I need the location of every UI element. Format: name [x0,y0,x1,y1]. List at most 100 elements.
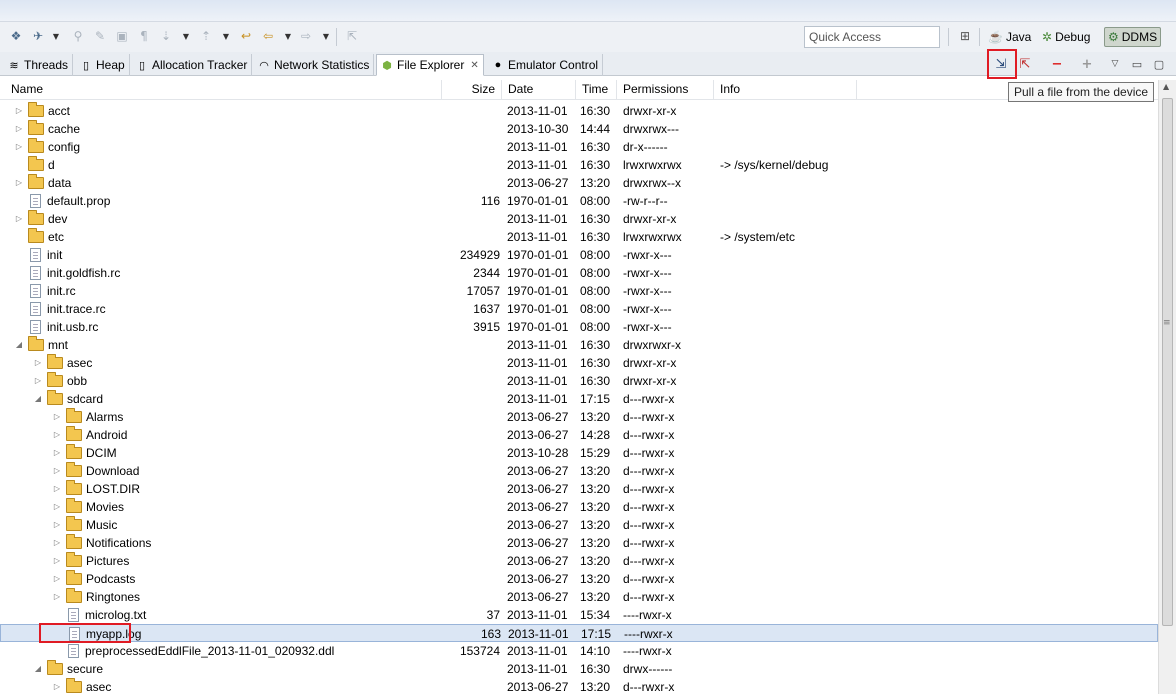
launch-icon[interactable]: ✈ [30,28,46,44]
expand-arrow-icon[interactable]: ▷ [52,552,62,570]
folder-row[interactable]: d 2013-11-01 16:30 lrwxrwxrwx -> /sys/kernel… [0,156,1158,174]
column-header-time[interactable]: Time [576,80,617,100]
chevron-down-icon[interactable]: ▼ [322,28,330,44]
file-row[interactable]: init.usb.rc 3915 1970-01-01 08:00 -rwxr-x--- [0,318,1158,336]
expand-arrow-icon[interactable]: ▷ [52,444,62,462]
vertical-scrollbar[interactable]: ▲ ≡ [1158,80,1176,694]
collapse-arrow-icon[interactable]: ◢ [33,390,43,408]
folder-row[interactable]: ▷ Music 2013-06-27 13:20 d---rwxr-x [0,516,1158,534]
close-icon[interactable]: ✕ [470,60,478,71]
expand-arrow-icon[interactable]: ▷ [33,372,43,390]
folder-row[interactable]: ▷ obb 2013-11-01 16:30 drwxr-xr-x [0,372,1158,390]
folder-row[interactable]: ▷ Android 2013-06-27 14:28 d---rwxr-x [0,426,1158,444]
expand-arrow-icon[interactable]: ▷ [52,570,62,588]
expand-arrow-icon[interactable]: ▷ [14,120,24,138]
chevron-down-icon[interactable]: ▼ [52,28,60,44]
folder-row[interactable]: ▷ LOST.DIR 2013-06-27 13:20 d---rwxr-x [0,480,1158,498]
folder-row[interactable]: ▷ acct 2013-11-01 16:30 drwxr-xr-x [0,102,1158,120]
expand-arrow-icon[interactable]: ▷ [52,408,62,426]
folder-row[interactable]: ◢ secure 2013-11-01 16:30 drwx------ [0,660,1158,678]
folder-row[interactable]: ▷ Ringtones 2013-06-27 13:20 d---rwxr-x [0,588,1158,606]
new-folder-button[interactable]: + [1078,55,1096,73]
column-header-permissions[interactable]: Permissions [617,80,714,100]
expand-arrow-icon[interactable]: ▷ [33,354,43,372]
file-time: 08:00 [580,194,611,208]
folder-row[interactable]: ▷ Podcasts 2013-06-27 13:20 d---rwxr-x [0,570,1158,588]
tab-threads[interactable]: ≋ Threads [4,54,74,76]
folder-row[interactable]: ▷ Movies 2013-06-27 13:20 d---rwxr-x [0,498,1158,516]
delete-file-button[interactable]: − [1048,55,1066,73]
column-header-info[interactable]: Info [714,80,857,100]
tab-heap[interactable]: ▯ Heap [76,54,130,76]
scroll-up-icon[interactable]: ▲ [1163,82,1169,91]
expand-arrow-icon[interactable]: ▷ [52,516,62,534]
quick-access-input[interactable]: Quick Access [804,26,940,48]
file-row[interactable]: init.trace.rc 1637 1970-01-01 08:00 -rwxr-x-… [0,300,1158,318]
open-task-icon[interactable]: ❖ [8,28,24,44]
perspective-ddms[interactable]: ⚙ DDMS [1104,27,1162,47]
expand-arrow-icon[interactable]: ▷ [52,462,62,480]
file-row[interactable]: myapp.log 163 2013-11-01 17:15 ----rwxr-x [0,623,1158,643]
scrollbar-thumb[interactable] [1162,98,1173,626]
toggle-icon[interactable]: ▣ [114,28,130,44]
chevron-down-icon[interactable]: ▼ [222,28,230,44]
expand-arrow-icon[interactable]: ▷ [52,426,62,444]
perspective-debug[interactable]: ✲ Debug [1042,27,1090,47]
maximize-icon[interactable]: ▢ [1150,55,1168,73]
folder-row[interactable]: ▷ Notifications 2013-06-27 13:20 d---rwxr-x [0,534,1158,552]
file-row[interactable]: init 234929 1970-01-01 08:00 -rwxr-x--- [0,246,1158,264]
perspective-java[interactable]: ☕ Java [988,27,1031,47]
chevron-down-icon[interactable]: ▼ [182,28,190,44]
view-menu-chevron-down-icon[interactable]: ▽ [1106,55,1124,73]
expand-arrow-icon[interactable]: ▷ [52,678,62,694]
next-annotation-icon[interactable]: ⇣ [158,28,174,44]
folder-row[interactable]: ▷ asec 2013-06-27 13:20 d---rwxr-x [0,678,1158,694]
expand-arrow-icon[interactable]: ▷ [14,102,24,120]
folder-row[interactable]: ◢ sdcard 2013-11-01 17:15 d---rwxr-x [0,390,1158,408]
open-perspective-icon[interactable]: ⊞ [957,28,973,44]
push-file-button[interactable]: ⇱ [1016,55,1034,73]
collapse-arrow-icon[interactable]: ◢ [33,660,43,678]
folder-row[interactable]: ▷ config 2013-11-01 16:30 dr-x------ [0,138,1158,156]
file-row[interactable]: init.rc 17057 1970-01-01 08:00 -rwxr-x--- [0,282,1158,300]
folder-row[interactable]: ▷ Download 2013-06-27 13:20 d---rwxr-x [0,462,1158,480]
back-icon[interactable]: ⇦ [260,28,276,44]
file-row[interactable]: default.prop 116 1970-01-01 08:00 -rw-r--r-- [0,192,1158,210]
minimize-icon[interactable]: ▭ [1128,55,1146,73]
file-row[interactable]: init.goldfish.rc 2344 1970-01-01 08:00 -rwxr… [0,264,1158,282]
tab-file-explorer[interactable]: ⬢ File Explorer ✕ [376,54,484,76]
file-row[interactable]: microlog.txt 37 2013-11-01 15:34 ----rwxr-x [0,606,1158,624]
tab-allocation-tracker[interactable]: ▯ Allocation Tracker [132,54,253,76]
folder-row[interactable]: ▷ DCIM 2013-10-28 15:29 d---rwxr-x [0,444,1158,462]
folder-row[interactable]: ▷ Pictures 2013-06-27 13:20 d---rwxr-x [0,552,1158,570]
paragraph-icon[interactable]: ¶ [136,28,152,44]
folder-row[interactable]: ▷ Alarms 2013-06-27 13:20 d---rwxr-x [0,408,1158,426]
folder-row[interactable]: ▷ asec 2013-11-01 16:30 drwxr-xr-x [0,354,1158,372]
forward-icon[interactable]: ⇨ [298,28,314,44]
pin-editor-icon[interactable]: ⇱ [344,28,360,44]
column-header-name[interactable]: Name [0,80,442,100]
folder-row[interactable]: ◢ mnt 2013-11-01 16:30 drwxrwxr-x [0,336,1158,354]
tab-network-statistics[interactable]: ◠ Network Statistics [254,54,375,76]
prev-annotation-icon[interactable]: ⇡ [198,28,214,44]
column-header-size[interactable]: Size [442,80,502,100]
expand-arrow-icon[interactable]: ▷ [52,498,62,516]
expand-arrow-icon[interactable]: ▷ [52,534,62,552]
expand-arrow-icon[interactable]: ▷ [14,174,24,192]
folder-row[interactable]: ▷ cache 2013-10-30 14:44 drwxrwx--- [0,120,1158,138]
last-edit-icon[interactable]: ↩ [238,28,254,44]
collapse-arrow-icon[interactable]: ◢ [14,336,24,354]
folder-row[interactable]: ▷ data 2013-06-27 13:20 drwxrwx--x [0,174,1158,192]
chevron-down-icon[interactable]: ▼ [284,28,292,44]
column-header-date[interactable]: Date [502,80,576,100]
edit-icon[interactable]: ✎ [92,28,108,44]
expand-arrow-icon[interactable]: ▷ [14,138,24,156]
search-icon[interactable]: ⚲ [70,28,86,44]
expand-arrow-icon[interactable]: ▷ [52,480,62,498]
expand-arrow-icon[interactable]: ▷ [14,210,24,228]
folder-row[interactable]: etc 2013-11-01 16:30 lrwxrwxrwx -> /system/e… [0,228,1158,246]
file-row[interactable]: preprocessedEddlFile_2013-11-01_020932.d… [0,642,1158,660]
expand-arrow-icon[interactable]: ▷ [52,588,62,606]
folder-row[interactable]: ▷ dev 2013-11-01 16:30 drwxr-xr-x [0,210,1158,228]
tab-emulator-control[interactable]: ● Emulator Control [488,54,604,76]
